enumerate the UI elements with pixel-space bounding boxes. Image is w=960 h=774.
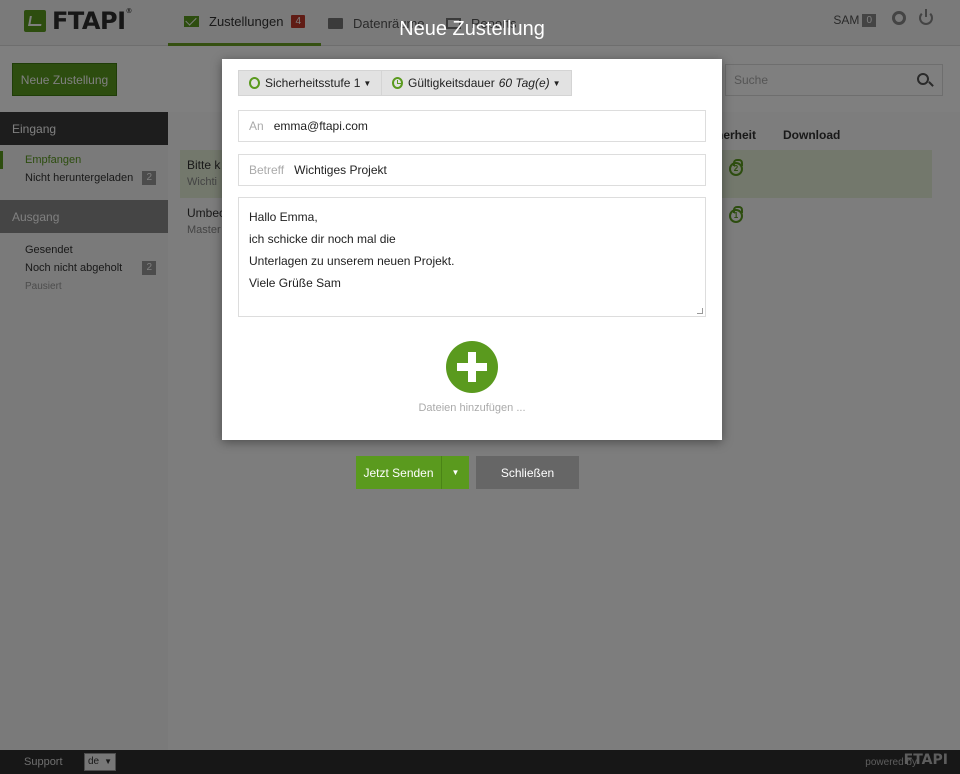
new-delivery-dialog: Sicherheitsstufe 1 ▼ Gültigkeitsdauer 60… [222, 59, 722, 440]
resize-handle-icon[interactable] [697, 308, 703, 314]
validity-dropdown[interactable]: Gültigkeitsdauer 60 Tag(e) ▼ [381, 70, 572, 96]
recipient-label: An [249, 119, 264, 133]
security-level-dropdown[interactable]: Sicherheitsstufe 1 ▼ [238, 70, 383, 96]
message-line: Unterlagen zu unserem neuen Projekt. [249, 254, 455, 268]
recipient-field[interactable]: An emma@ftapi.com [238, 110, 706, 142]
close-button[interactable]: Schließen [476, 456, 579, 489]
message-line: Viele Grüße Sam [249, 276, 341, 290]
message-textarea[interactable]: Hallo Emma, ich schicke dir noch mal die… [238, 197, 706, 317]
validity-label: Gültigkeitsdauer [408, 76, 495, 90]
subject-label: Betreff [249, 163, 285, 177]
security-level-label: Sicherheitsstufe 1 [265, 76, 361, 90]
recipient-value: emma@ftapi.com [273, 119, 368, 133]
subject-value: Wichtiges Projekt [294, 163, 387, 177]
send-options-caret-icon[interactable]: ▼ [441, 456, 469, 489]
caret-down-icon: ▼ [552, 78, 561, 88]
add-files-plus-icon[interactable] [446, 341, 498, 393]
message-line: ich schicke dir noch mal die [249, 232, 396, 246]
lock-icon [249, 77, 260, 89]
modal-title: Neue Zustellung [399, 18, 545, 40]
add-files-label[interactable]: Dateien hinzufügen ... [222, 402, 722, 414]
send-now-button[interactable]: Jetzt Senden ▼ [356, 456, 469, 489]
message-line: Hallo Emma, [249, 210, 318, 224]
clock-icon [392, 77, 403, 89]
validity-value: 60 Tag(e) [498, 76, 550, 90]
caret-down-icon: ▼ [363, 78, 372, 88]
send-now-label: Jetzt Senden [363, 465, 434, 480]
subject-field[interactable]: Betreff Wichtiges Projekt [238, 154, 706, 186]
